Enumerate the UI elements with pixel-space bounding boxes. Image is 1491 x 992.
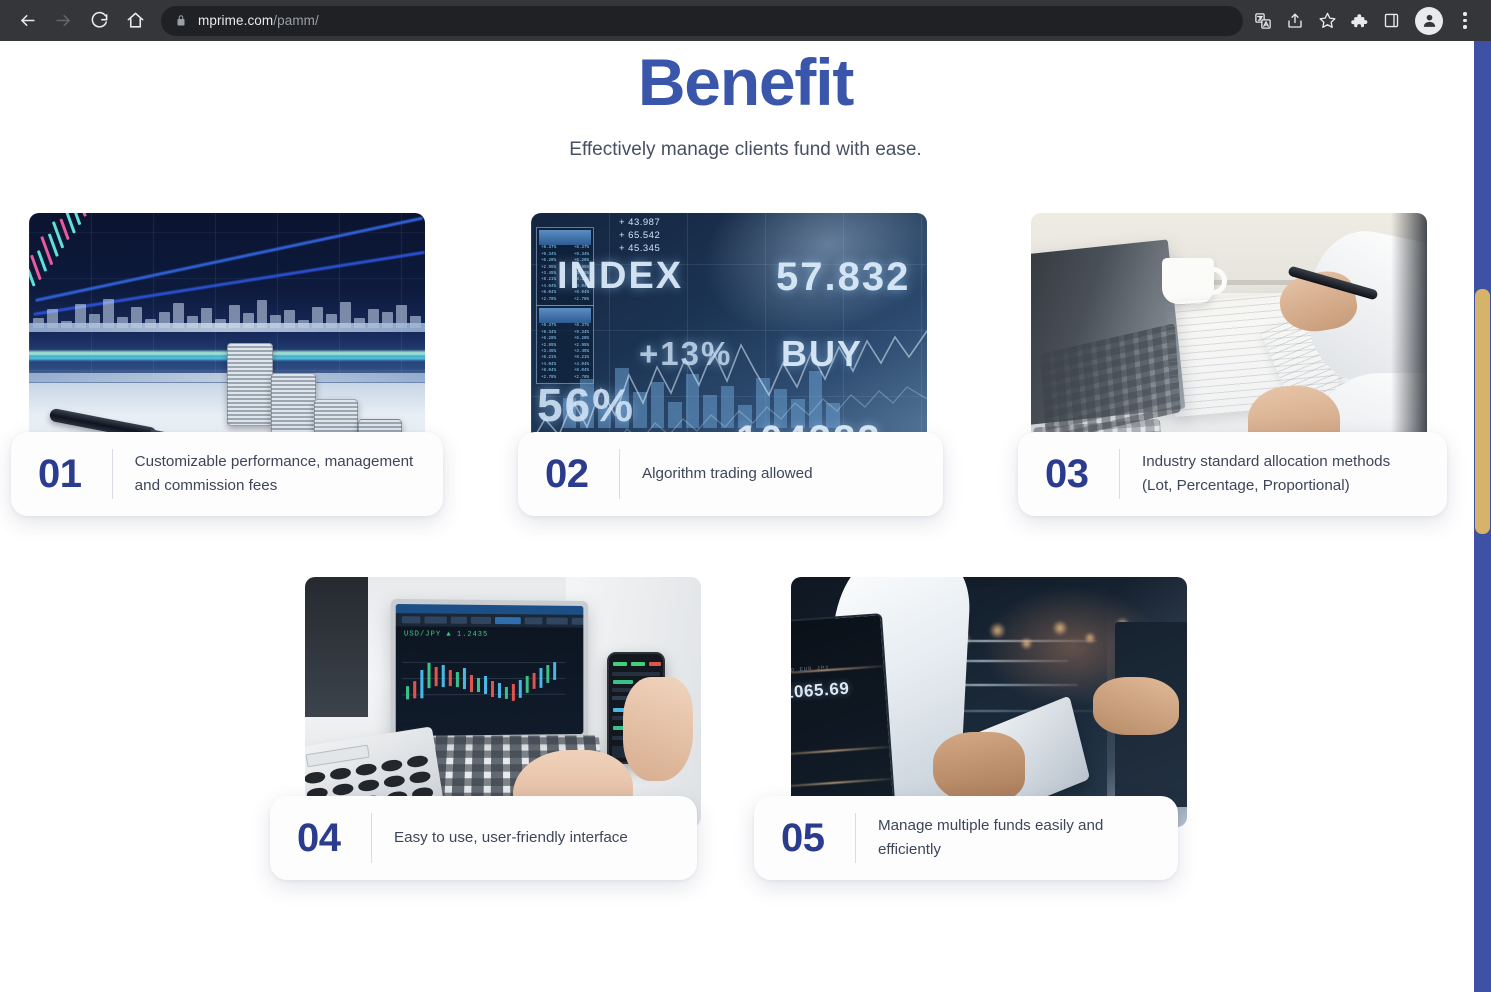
- benefit-card-caption: 04 Easy to use, user-friendly interface: [270, 796, 697, 881]
- tablet-quote-panel: USD EUR JPY 1065.69: [790, 613, 898, 828]
- card-divider: [112, 449, 113, 500]
- home-button[interactable]: [118, 4, 152, 38]
- url-text: mprime.com/pamm/: [198, 13, 319, 28]
- forward-button[interactable]: [46, 4, 80, 38]
- benefit-card-text: Industry standard allocation methods (Lot…: [1142, 450, 1390, 499]
- quote-line-2: + 65.542: [619, 230, 661, 242]
- benefit-card-number: 05: [781, 816, 825, 861]
- benefit-card-number: 04: [297, 816, 341, 861]
- trader-with-tablet-monitors-photo: USD EUR JPY 1065.69: [790, 577, 1187, 828]
- share-icon[interactable]: [1279, 5, 1311, 37]
- reload-button[interactable]: [82, 4, 116, 38]
- url-domain: mprime.com: [198, 13, 274, 28]
- address-bar[interactable]: mprime.com/pamm/: [161, 5, 1243, 36]
- stock-index-board-photo: +8.37%+8.37% +9.34%+9.34% +6.28%+6.28% +…: [531, 213, 927, 464]
- benefit-card-caption: 03 Industry standard allocation methods (…: [1018, 432, 1447, 517]
- office-desk-paperwork-photo: [1031, 213, 1427, 464]
- laptop-phone-calculator-trading-photo: USD/JPY ▲ 1.2435: [304, 577, 701, 828]
- coins-and-financial-chart-photo: [29, 213, 425, 464]
- page-viewport: Benefit Effectively manage clients fund …: [0, 41, 1491, 992]
- side-panel-icon[interactable]: [1375, 5, 1407, 37]
- benefit-card-caption: 05 Manage multiple funds easily and effi…: [754, 796, 1178, 881]
- index-action: BUY: [781, 333, 864, 375]
- three-dot-menu-icon[interactable]: [1449, 5, 1481, 37]
- quote-line-1: + 43.987: [619, 217, 661, 229]
- benefit-card-02[interactable]: +8.37%+8.37% +9.34%+9.34% +6.28%+6.28% +…: [518, 213, 961, 517]
- translate-icon[interactable]: [1247, 5, 1279, 37]
- card-divider: [1119, 449, 1120, 500]
- tablet-quote-value: 1065.69: [790, 678, 850, 703]
- card-divider: [855, 813, 856, 864]
- benefit-card-04[interactable]: USD/JPY ▲ 1.2435 04 Easy to use, user-fr…: [270, 577, 718, 881]
- lock-icon[interactable]: [175, 14, 187, 27]
- benefit-card-text: Customizable performance, management and…: [134, 452, 414, 495]
- benefit-card-number: 02: [545, 452, 589, 497]
- extensions-puzzle-icon[interactable]: [1343, 5, 1375, 37]
- benefit-card-03[interactable]: 03 Industry standard allocation methods (…: [1018, 213, 1462, 517]
- page-header: Benefit Effectively manage clients fund …: [0, 41, 1491, 161]
- index-label: INDEX: [557, 255, 684, 298]
- benefit-card-number: 01: [38, 452, 82, 497]
- page-scrollbar-track[interactable]: [1474, 41, 1491, 992]
- bookmark-star-icon[interactable]: [1311, 5, 1343, 37]
- quote-line-3: + 45.345: [619, 243, 661, 255]
- benefit-card-caption: 01 Customizable performance, management …: [11, 432, 443, 517]
- index-value: 57.832: [776, 255, 911, 300]
- benefit-card-text-line-1: Industry standard allocation methods: [1142, 452, 1391, 470]
- benefit-card-text-line-2: (Lot, Percentage, Proportional): [1142, 477, 1350, 495]
- benefit-card-caption: 02 Algorithm trading allowed: [518, 432, 943, 517]
- benefit-card-number: 03: [1045, 452, 1089, 497]
- browser-toolbar: mprime.com/pamm/: [0, 0, 1491, 41]
- benefit-card-01[interactable]: 01 Customizable performance, management …: [11, 213, 460, 517]
- card-divider: [619, 449, 620, 500]
- url-path: /pamm/: [273, 13, 319, 28]
- index-big-percent: 56%: [537, 379, 636, 432]
- benefit-card-05[interactable]: USD EUR JPY 1065.69 05 Manage multiple f…: [754, 577, 1204, 881]
- card-divider: [371, 813, 372, 864]
- benefit-cards-row-2: USD/JPY ▲ 1.2435 04 Easy to use, user-fr…: [0, 577, 1491, 881]
- page-title: Benefit: [637, 45, 854, 119]
- toolbar-actions: [1247, 5, 1481, 37]
- benefit-card-text: Manage multiple funds easily and efficie…: [877, 816, 1104, 859]
- page-scrollbar-thumb[interactable]: [1475, 289, 1490, 534]
- benefit-cards-row-1: 01 Customizable performance, management …: [0, 213, 1491, 517]
- back-button[interactable]: [10, 4, 44, 38]
- navigation-buttons: [10, 4, 152, 38]
- benefit-card-text: Easy to use, user-friendly interface: [394, 828, 628, 846]
- index-percent: +13%: [639, 335, 733, 373]
- page-subtitle: Effectively manage clients fund with eas…: [569, 139, 922, 161]
- benefit-card-text: Algorithm trading allowed: [642, 464, 813, 482]
- index-quotes: + 43.987 + 65.542 + 45.345: [619, 216, 660, 255]
- profile-avatar-icon[interactable]: [1415, 6, 1443, 35]
